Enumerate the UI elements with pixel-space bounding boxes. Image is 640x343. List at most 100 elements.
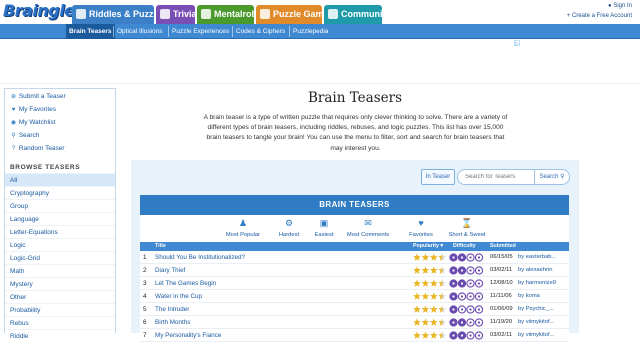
column-title[interactable]: Title [155, 242, 166, 251]
nav-tab-label: Trivia [173, 9, 195, 19]
subnav-optical-illusions[interactable]: Optical Illusions [114, 24, 166, 39]
category-group[interactable]: Group [5, 199, 115, 212]
teaser-title-link[interactable]: My Personality's Fiance [155, 332, 410, 339]
braingle-logo[interactable]: Braingle [3, 1, 75, 20]
sidebar-my-favorites[interactable]: ♥ My Favorites [10, 106, 56, 113]
category-cryptography[interactable]: Cryptography [5, 186, 115, 199]
plus-icon: + [566, 13, 571, 19]
difficulty-gear-hole [460, 321, 464, 324]
category-mystery[interactable]: Mystery [5, 277, 115, 290]
sort-label: Short & Sweet [448, 232, 486, 238]
difficulty-gear-hole [469, 269, 472, 272]
difficulty-gear-hole [452, 282, 455, 285]
question-icon: ? [11, 146, 16, 152]
sidebar-search[interactable]: ⚲ Search [10, 132, 39, 139]
nav-tab-label: Community [341, 9, 382, 19]
submitted-by-link[interactable]: by viimykitof... [518, 319, 568, 325]
sort-label: Most Popular [225, 232, 261, 238]
teaser-title-link[interactable]: Let The Games Begin [155, 280, 410, 287]
sidebar-random-teaser[interactable]: ? Random Teaser [10, 145, 65, 152]
category-all[interactable]: All [5, 173, 115, 186]
difficulty-gear-hole [460, 256, 464, 259]
cube-icon: ▣ [319, 218, 329, 228]
submitted-by-link[interactable]: by easterbab... [518, 254, 568, 260]
table-row[interactable]: 7 My Personality's Fiance 03/02/11 by viimy… [140, 329, 569, 342]
teaser-title-link[interactable]: Should You Be Institutionalized? [155, 254, 410, 261]
teaser-title-link[interactable]: Birth Months [155, 319, 410, 326]
popularity-stars [413, 266, 446, 274]
category-logic-grid[interactable]: Logic-Grid [5, 251, 115, 264]
popularity-stars [413, 253, 446, 261]
difficulty-meter [449, 292, 484, 301]
page-title: Brain Teasers [307, 90, 403, 106]
ad-choices-icon[interactable]: ▷ [514, 40, 520, 47]
in-teaser-button[interactable]: In Teaser [421, 169, 455, 185]
category-rebus[interactable]: Rebus [5, 316, 115, 329]
subnav-puzzle-experiences[interactable]: Puzzle Experiences [169, 24, 232, 39]
submitted-by-link[interactable]: by koma [518, 293, 568, 299]
search-button-label: Search [539, 174, 559, 180]
sort-most-comments[interactable]: ✉ Most Comments [338, 218, 398, 238]
subnav-puzzlepedia[interactable]: Puzzlepedia [290, 24, 331, 39]
star-icon [430, 253, 438, 261]
star-icon [430, 305, 438, 313]
subnav-codes-ciphers[interactable]: Codes & Ciphers [233, 24, 288, 39]
star-icon [421, 253, 430, 261]
difficulty-gear-hole [477, 334, 481, 337]
category-letter-equations[interactable]: Letter-Equations [5, 225, 115, 238]
table-row[interactable]: 4 Water in the Cup 11/11/06 by koma [140, 290, 569, 303]
nav-tab-riddles-puzzles[interactable]: Riddles & Puzzles [72, 5, 154, 24]
sort-label: Favorites [409, 232, 433, 238]
table-row[interactable]: 6 Birth Months 11/19/20 by viimykitof... [140, 316, 569, 329]
star-icon [413, 305, 421, 313]
search-input[interactable] [457, 169, 535, 185]
nav-tab-mentalrobics[interactable]: Mentalrobics [197, 5, 254, 24]
star-icon [413, 253, 421, 261]
submitted-by-link[interactable]: by alexaehrin [518, 267, 568, 273]
category-math[interactable]: Math [5, 264, 115, 277]
difficulty-gear-hole [452, 256, 455, 259]
submitted-by-link[interactable]: by harmonize9 [518, 280, 568, 286]
star-icon [421, 305, 430, 313]
submitted-by-link[interactable]: by Psychic_... [518, 306, 568, 312]
column-popularity[interactable]: Popularity ▾ [413, 242, 443, 251]
difficulty-meter [449, 318, 484, 327]
star-icon [430, 266, 438, 274]
difficulty-gear-hole [469, 334, 472, 337]
category-language[interactable]: Language [5, 212, 115, 225]
column-submitted[interactable]: Submitted [490, 242, 516, 251]
category-riddle[interactable]: Riddle [5, 329, 115, 342]
nav-tab-community[interactable]: Community [324, 5, 382, 24]
sort-short-sweet[interactable]: ⌛ Short & Sweet [437, 218, 497, 238]
column-difficulty[interactable]: Difficulty [453, 242, 476, 251]
heart-icon: ♥ [11, 107, 16, 113]
teaser-title-link[interactable]: Water in the Cup [155, 293, 410, 300]
category-other[interactable]: Other [5, 290, 115, 303]
subnav-brain-teasers[interactable]: Brain Teasers [66, 24, 115, 39]
sort-label: Easiest [314, 232, 334, 238]
sign-in-link[interactable]: ● Sign In [608, 3, 632, 9]
difficulty-gear-hole [469, 282, 472, 285]
category-probability[interactable]: Probability [5, 303, 115, 316]
create-account-link[interactable]: + Create a Free Account [567, 13, 632, 19]
search-button[interactable]: Search ⚲ [534, 169, 570, 185]
table-row[interactable]: 1 Should You Be Institutionalized? 06/15/0… [140, 251, 569, 264]
star-icon [413, 266, 421, 274]
sidebar-submit-teaser[interactable]: ⊕ Submit a Teaser [10, 93, 66, 100]
submitted-date: 01/06/09 [490, 306, 513, 312]
difficulty-meter [449, 279, 484, 288]
sidebar-link-label: My Favorites [18, 106, 57, 113]
table-row[interactable]: 5 The Intruder 01/06/09 by Psychic_... [140, 303, 569, 316]
teaser-title-link[interactable]: Diary Thief [155, 267, 410, 274]
teaser-title-link[interactable]: The Intruder [155, 306, 410, 313]
star-icon [430, 292, 438, 300]
table-row[interactable]: 3 Let The Games Begin 12/08/10 by harmonize… [140, 277, 569, 290]
category-logic[interactable]: Logic [5, 238, 115, 251]
difficulty-gear-hole [469, 321, 472, 324]
sidebar-my-watchlist[interactable]: ◉ My Watchlist [10, 119, 56, 126]
submitted-date: 06/15/05 [490, 254, 513, 260]
nav-tab-label: Mentalrobics [214, 9, 254, 19]
nav-tab-trivia[interactable]: Trivia [156, 5, 195, 24]
table-row[interactable]: 2 Diary Thief 03/02/11 by alexaehrin [140, 264, 569, 277]
nav-tab-puzzle-games[interactable]: Puzzle Games [256, 5, 322, 24]
